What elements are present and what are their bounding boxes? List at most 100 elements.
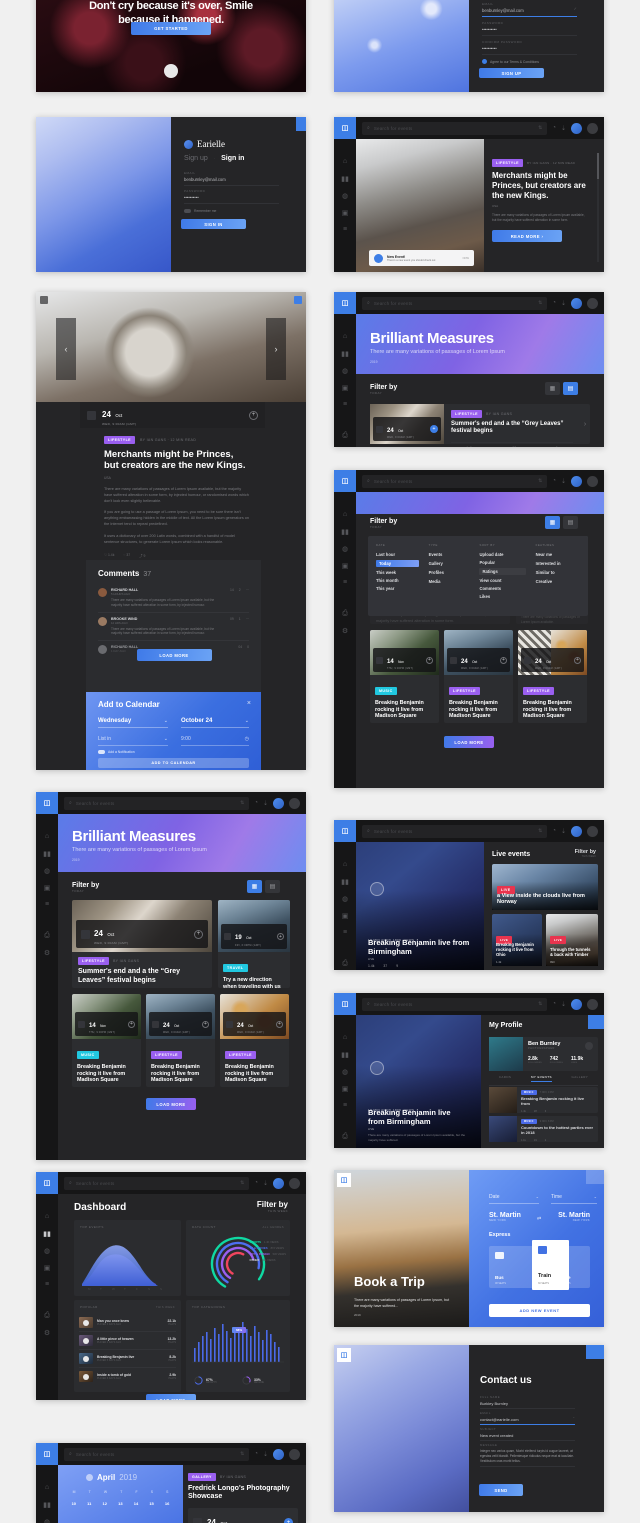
load-more-comments-button[interactable]: LOAD MORE [137, 649, 212, 661]
password-field[interactable]: •••••••••• [482, 27, 577, 32]
sidebar-item-media[interactable]: ▣ [334, 907, 356, 924]
popular-row[interactable]: Man you once knewPLAYED 3 DAYS AGO 22.1k… [79, 1314, 176, 1332]
search-input[interactable]: ⌕ Search for events ⇅ [362, 475, 547, 488]
card-tag[interactable]: LIFESTYLE [449, 687, 480, 695]
notifications-icon[interactable]: ◔ [552, 125, 556, 131]
time-input[interactable]: 9:00 ◷ [181, 736, 249, 746]
event-date-chip[interactable]: 24 Oct WED, 9:00AM (GMT) + [188, 1508, 298, 1523]
card-tag[interactable]: MUSIC [375, 687, 397, 695]
sidebar-item-list[interactable]: ≡ [36, 1276, 58, 1293]
send-button[interactable]: SEND [479, 1484, 523, 1496]
terms-checkbox[interactable]: Agree to our Terms & Conditions [482, 59, 539, 64]
live-card[interactable]: LIVE Through the tunnels & back with Tim… [546, 914, 598, 966]
filter-icon[interactable]: ⇅ [240, 1180, 244, 1186]
sidebar-item-list[interactable]: ≡ [334, 574, 356, 591]
profile-event-row[interactable]: MUSIC9 NOV, 8 PM Countdown to the hottes… [489, 1116, 598, 1142]
sidebar[interactable]: ◫ ⌂ ▮▮ ◍ ▣ ≡ ⎙ ⚙ [334, 470, 356, 788]
add-icon[interactable]: + [277, 933, 284, 940]
notifications-icon[interactable]: ◔ [552, 300, 556, 306]
modal-close-button[interactable]: × [247, 700, 251, 707]
avatar[interactable] [571, 476, 582, 487]
sidebar-item-home[interactable]: ⌂ [334, 328, 356, 345]
row-comments[interactable]: 28 [534, 1110, 537, 1113]
screen-book-a-trip[interactable]: Book a Trip There are many variations of… [334, 1170, 604, 1327]
avatar[interactable] [571, 999, 582, 1010]
search-input[interactable]: ⌕ Search for events ⇅ [64, 1448, 249, 1461]
account-menu-button[interactable] [587, 298, 598, 309]
filter-icon[interactable]: ⇅ [538, 1001, 542, 1007]
sidebar-item-events[interactable]: ◍ [334, 187, 356, 204]
add-icon[interactable]: + [574, 657, 581, 664]
sidebar-item-analytics[interactable]: ▮▮ [334, 523, 356, 540]
search-input[interactable]: ⌕ Search for events ⇅ [64, 1177, 249, 1190]
app-logo-icon[interactable]: ◫ [337, 1348, 351, 1362]
featured-card[interactable]: 24 Oct WED, 9:00AM (GMT) + LIFESTYLE BY … [72, 900, 212, 988]
screen-filter-dropdown[interactable]: ◫ ⌂ ▮▮ ◍ ▣ ≡ ⎙ ⚙ ⌕ Search for events ⇅ ◔… [334, 470, 604, 788]
comment-replies[interactable]: 2 [239, 588, 241, 592]
comment-likes[interactable]: 09 [230, 617, 234, 621]
row-comments[interactable]: 19 [534, 1139, 537, 1142]
account-menu-button[interactable] [587, 826, 598, 837]
row-shares[interactable]: 2 [545, 1139, 546, 1142]
app-logo-icon[interactable]: ◫ [334, 820, 356, 842]
row-next-icon[interactable]: › [580, 404, 590, 444]
feed-card[interactable]: 14 NovTHU, 9:00PM (GMT) + MUSIC Breaking… [370, 630, 439, 723]
sidebar[interactable]: ◫ ⌂ ▮▮ ◍ [36, 1443, 58, 1523]
option-train-selected[interactable]: Train 30 SEATS [532, 1240, 569, 1290]
sidebar[interactable]: ◫ ⌂ ▮▮ ◍ ▣ ≡ ⎙ ⚙ [36, 1172, 58, 1400]
sidebar-item-analytics[interactable]: ▮▮ [36, 845, 58, 862]
app-logo-icon[interactable]: ◫ [36, 792, 58, 814]
sidebar-item-list[interactable]: ≡ [36, 896, 58, 913]
day-select[interactable]: Wednesday ⌄ [98, 718, 168, 728]
chevron-down-icon[interactable]: ⌄ [572, 1415, 575, 1422]
popular-row[interactable]: Breaking Benjamin livePLAYED 5 DAYS AGO … [79, 1350, 176, 1368]
sidebar[interactable]: ◫ ⌂ ▮▮ ◍ ▣ ≡ [334, 117, 356, 272]
app-logo-icon[interactable]: ◫ [36, 1172, 58, 1194]
filter-option[interactable]: Interested in [536, 561, 580, 566]
account-menu-button[interactable] [587, 476, 598, 487]
sidebar-item-analytics[interactable]: ▮▮ [334, 345, 356, 362]
popular-action[interactable]: THIS WEEK [156, 1305, 175, 1309]
avatar[interactable] [273, 1449, 284, 1460]
filter-option[interactable]: Likes [479, 594, 525, 599]
sidebar-item-home[interactable]: ⌂ [36, 1479, 58, 1496]
screen-live-player[interactable]: ◫ ⌂ ▮▮ ◍ ▣ ≡ ⎙ ⚙ ⌕ Search for events ⇅ ◔… [334, 820, 604, 970]
tab-sign-in[interactable]: Sign in [221, 155, 244, 162]
row-likes[interactable]: 1.1k [521, 1139, 526, 1142]
email-field[interactable]: contact@earielle.com [480, 1417, 519, 1422]
hero-cta-button[interactable]: GET STARTED [131, 22, 211, 35]
card-tag[interactable]: LIFESTYLE [523, 687, 554, 695]
card-tag[interactable]: LIFESTYLE [78, 957, 109, 965]
comment-likes[interactable]: 04 [238, 645, 242, 649]
player-stage[interactable]: 18 MIN AGO · 180K VIEWS Breaking Benjami… [356, 842, 484, 970]
play-button[interactable] [370, 1061, 384, 1075]
sidebar-item-bookmarks[interactable]: ⎙ [334, 1128, 356, 1145]
sidebar-item-events[interactable]: ◍ [334, 1063, 356, 1080]
popular-list-card[interactable]: POPULAR THIS WEEK Man you once knewPLAYE… [74, 1300, 181, 1392]
sidebar-item-media[interactable]: ▣ [334, 379, 356, 396]
list-row[interactable]: 24 OctWED, 9:00AM (GMT) + LIFESTYLE BY I… [370, 404, 590, 444]
filter-by-control[interactable]: Filter by THIS WEEK [257, 1200, 288, 1213]
profile-card[interactable]: Ben Burnley PHOTOGRAPHER 2.8kFOLLOWERS 7… [489, 1037, 598, 1071]
filter-dropdown-panel[interactable]: DATE Last hour Today This week This mont… [368, 536, 588, 616]
sign-up-button[interactable]: SIGN UP [479, 68, 544, 78]
time-select[interactable]: Time ⌄ [551, 1194, 597, 1204]
confirm-password-field[interactable]: •••••••••• [482, 46, 577, 51]
filter-option[interactable]: Popular [479, 560, 525, 565]
comment-more-icon[interactable]: ··· [246, 617, 249, 621]
comment-replies[interactable]: 1 [239, 617, 241, 621]
messages-icon[interactable]: ⇣ [561, 828, 566, 835]
search-input[interactable]: ⌕ Search for events ⇅ [64, 797, 249, 810]
sidebar-item-settings[interactable]: ⚙ [36, 944, 58, 961]
add-to-calendar-icon[interactable]: + [249, 411, 258, 420]
read-more-button[interactable]: READ MORE › [492, 230, 562, 242]
signin-close-button[interactable] [296, 117, 306, 131]
view-grid-button[interactable]: ▦ [247, 880, 262, 893]
filter-by-control[interactable]: Filter by THIS WEEK [575, 849, 596, 858]
card-tag[interactable]: LIFESTYLE [225, 1051, 256, 1059]
app-logo-icon[interactable]: ◫ [36, 1443, 58, 1465]
messages-icon[interactable]: ⇣ [561, 1001, 566, 1008]
filter-option[interactable]: Media [429, 579, 470, 584]
notification-toast[interactable]: New Event! There's a new event you shoul… [369, 250, 474, 266]
comment-replies[interactable]: 0 [247, 645, 249, 649]
